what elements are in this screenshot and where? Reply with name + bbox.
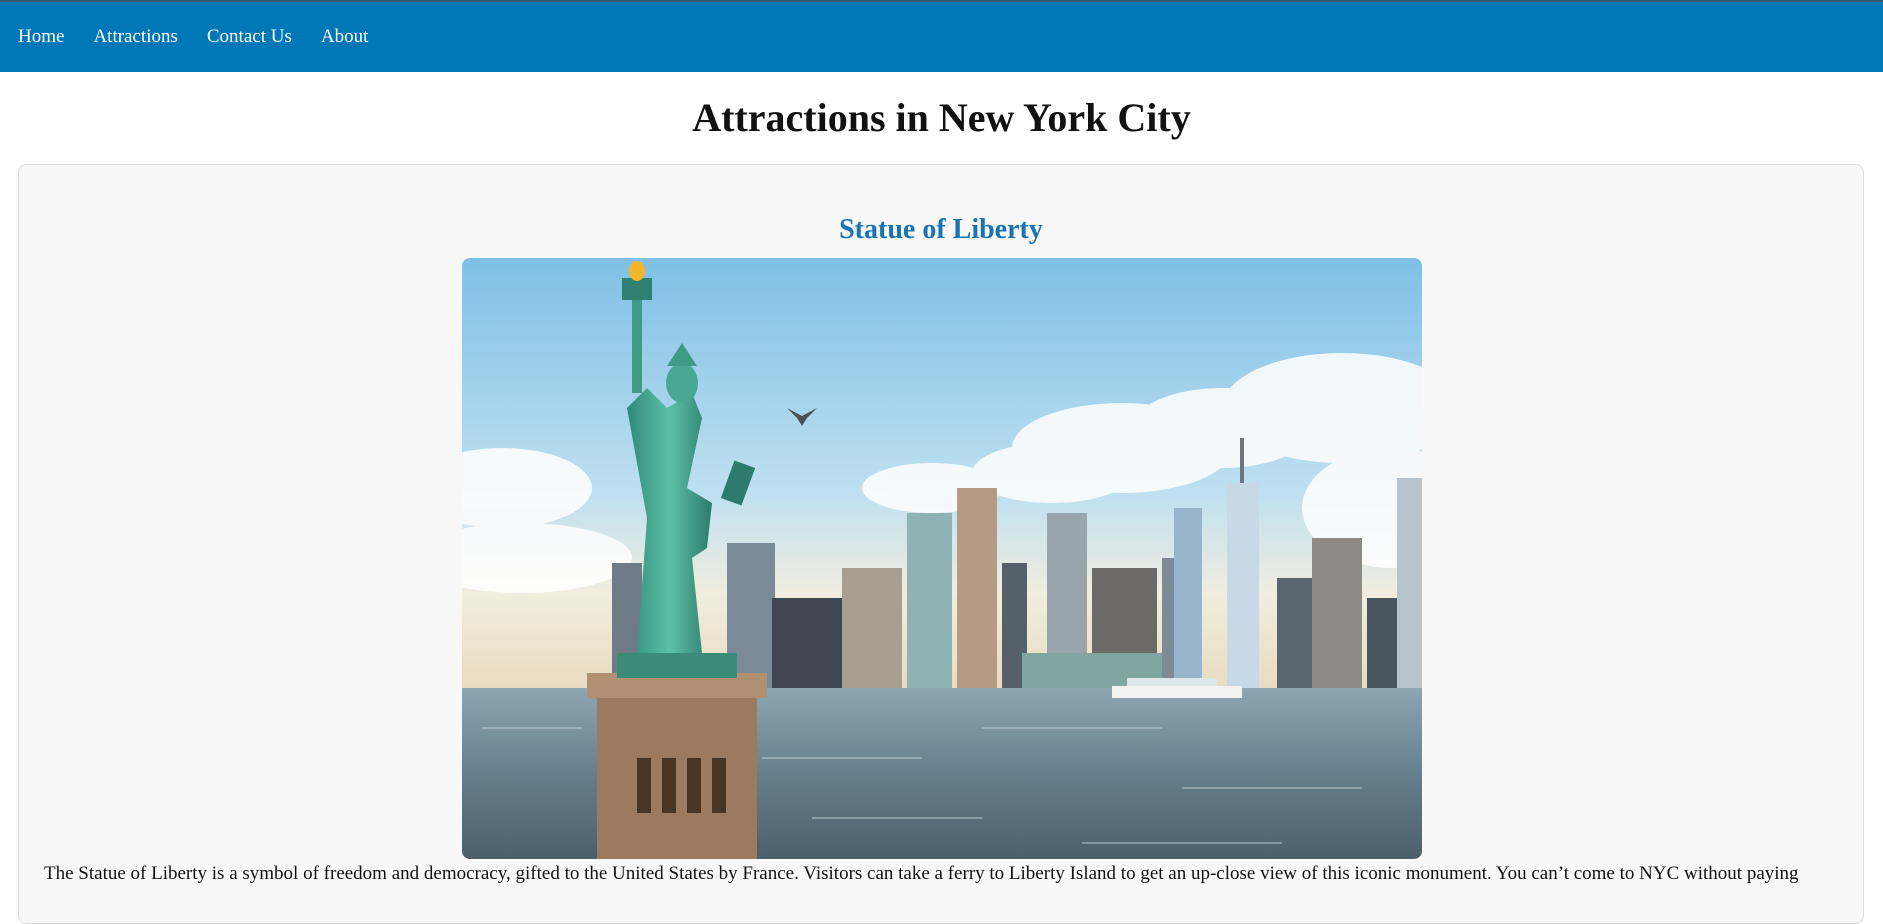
attraction-title: Statue of Liberty	[839, 214, 1043, 245]
attraction-card: Statue of Liberty The Statue of Liberty …	[18, 164, 1864, 924]
nav-link-contact-us[interactable]: Contact Us	[207, 25, 292, 49]
nav-link-about[interactable]: About	[321, 25, 369, 49]
main-nav: Home Attractions Contact Us About	[18, 25, 368, 49]
attraction-description: The Statue of Liberty is a symbol of fre…	[44, 863, 1799, 884]
page-title: Attractions in New York City	[692, 95, 1191, 140]
top-navigation-bar: Home Attractions Contact Us About	[0, 0, 1883, 72]
nav-link-home[interactable]: Home	[18, 25, 64, 49]
statue-of-liberty-photo	[462, 258, 1422, 859]
nav-link-attractions[interactable]: Attractions	[93, 25, 177, 49]
